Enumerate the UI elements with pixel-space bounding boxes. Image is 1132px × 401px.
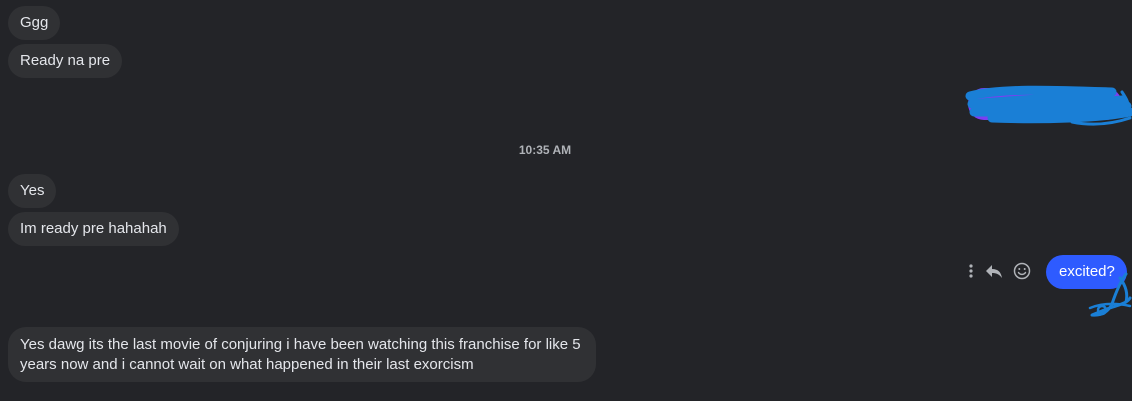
more-options-icon[interactable] <box>962 260 980 282</box>
react-emoji-icon[interactable] <box>1008 260 1036 282</box>
message-text: Ready na pre <box>20 52 111 69</box>
message-bubble-outgoing[interactable]: excited? <box>1046 255 1127 289</box>
message-bubble-incoming[interactable]: Yes dawg its the last movie of conjuring… <box>8 327 596 382</box>
message-bubble-incoming[interactable]: Im ready pre hahahah <box>8 212 179 246</box>
message-text: Ggg <box>20 14 49 31</box>
reply-icon[interactable] <box>980 260 1008 282</box>
message-text: Im ready pre hahahah <box>20 220 167 237</box>
message-bubble-incoming[interactable]: Yes <box>8 174 57 208</box>
message-text: excited? <box>1059 263 1115 280</box>
timestamp: 10:35 AM <box>518 143 572 157</box>
message-text: Yes <box>20 182 45 199</box>
message-bubble-incoming[interactable]: Ggg <box>8 6 61 40</box>
message-bubble-outgoing-redacted[interactable] <box>968 88 1122 120</box>
message-bubble-incoming[interactable]: Ready na pre <box>8 44 123 78</box>
message-text: Yes dawg its the last movie of conjuring… <box>20 336 581 373</box>
message-actions <box>962 260 1036 282</box>
